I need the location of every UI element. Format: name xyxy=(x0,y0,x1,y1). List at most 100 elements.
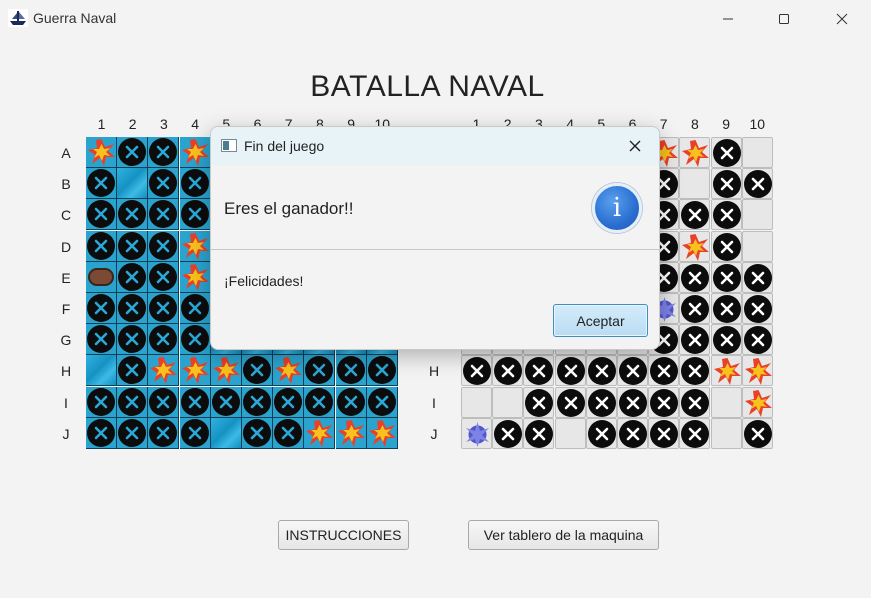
player-cell[interactable] xyxy=(179,293,211,324)
minimize-button[interactable] xyxy=(705,6,751,32)
player-cell[interactable] xyxy=(117,417,149,449)
machine-cell[interactable] xyxy=(710,355,742,387)
machine-cell[interactable] xyxy=(648,417,680,449)
player-cell[interactable] xyxy=(148,386,180,418)
machine-cell[interactable] xyxy=(617,386,648,418)
view-machine-board-button[interactable]: Ver tablero de la maquina xyxy=(468,520,659,550)
machine-cell[interactable] xyxy=(679,386,711,418)
player-cell[interactable] xyxy=(86,230,117,262)
accept-button[interactable]: Aceptar xyxy=(553,304,648,337)
close-button[interactable] xyxy=(819,6,865,32)
player-cell[interactable] xyxy=(210,355,242,387)
player-cell[interactable] xyxy=(179,355,211,387)
player-cell[interactable] xyxy=(86,199,117,231)
player-cell[interactable] xyxy=(366,386,398,418)
player-cell[interactable] xyxy=(148,261,180,293)
machine-cell[interactable] xyxy=(554,355,586,387)
machine-cell[interactable] xyxy=(585,386,617,418)
machine-cell[interactable] xyxy=(710,199,742,231)
machine-cell[interactable] xyxy=(741,417,773,449)
machine-cell[interactable] xyxy=(741,386,773,418)
machine-cell[interactable] xyxy=(710,417,742,449)
player-cell[interactable] xyxy=(148,293,180,324)
machine-cell[interactable] xyxy=(523,355,555,387)
machine-cell[interactable] xyxy=(710,230,742,262)
player-cell[interactable] xyxy=(304,386,336,418)
machine-cell[interactable] xyxy=(741,168,773,200)
player-cell[interactable] xyxy=(148,417,180,449)
machine-cell[interactable] xyxy=(710,168,742,200)
player-cell[interactable] xyxy=(179,137,211,168)
player-cell[interactable] xyxy=(148,199,180,231)
player-cell[interactable] xyxy=(242,417,273,449)
player-cell[interactable] xyxy=(117,324,149,356)
player-cell[interactable] xyxy=(242,355,273,387)
player-cell[interactable] xyxy=(335,355,367,387)
player-cell[interactable] xyxy=(179,168,211,200)
player-cell[interactable] xyxy=(86,293,117,324)
player-cell[interactable] xyxy=(117,261,149,293)
player-cell[interactable] xyxy=(179,199,211,231)
machine-cell[interactable] xyxy=(492,417,524,449)
player-cell[interactable] xyxy=(117,168,149,200)
machine-cell[interactable] xyxy=(679,355,711,387)
player-cell[interactable] xyxy=(273,417,305,449)
player-cell[interactable] xyxy=(179,230,211,262)
machine-cell[interactable] xyxy=(741,230,773,262)
machine-cell[interactable] xyxy=(679,261,711,293)
machine-cell[interactable] xyxy=(585,417,617,449)
machine-cell[interactable] xyxy=(710,324,742,356)
player-cell[interactable] xyxy=(86,324,117,356)
player-cell[interactable] xyxy=(210,386,242,418)
player-cell[interactable] xyxy=(179,261,211,293)
machine-cell[interactable] xyxy=(585,355,617,387)
machine-cell[interactable] xyxy=(679,168,711,200)
player-cell[interactable] xyxy=(273,355,305,387)
machine-cell[interactable] xyxy=(461,417,492,449)
player-cell[interactable] xyxy=(117,199,149,231)
machine-cell[interactable] xyxy=(523,417,555,449)
player-cell[interactable] xyxy=(273,386,305,418)
machine-cell[interactable] xyxy=(648,386,680,418)
player-cell[interactable] xyxy=(148,230,180,262)
player-cell[interactable] xyxy=(86,137,117,168)
player-cell[interactable] xyxy=(179,324,211,356)
machine-cell[interactable] xyxy=(710,293,742,324)
machine-cell[interactable] xyxy=(741,199,773,231)
player-cell[interactable] xyxy=(86,386,117,418)
player-cell[interactable] xyxy=(117,137,149,168)
machine-cell[interactable] xyxy=(617,417,648,449)
player-cell[interactable] xyxy=(117,386,149,418)
player-cell[interactable] xyxy=(148,324,180,356)
machine-cell[interactable] xyxy=(741,137,773,168)
player-cell[interactable] xyxy=(117,230,149,262)
instructions-button[interactable]: INSTRUCCIONES xyxy=(278,520,409,550)
machine-cell[interactable] xyxy=(617,355,648,387)
player-cell[interactable] xyxy=(366,417,398,449)
player-cell[interactable] xyxy=(242,386,273,418)
machine-cell[interactable] xyxy=(461,386,492,418)
player-cell[interactable] xyxy=(86,417,117,449)
machine-cell[interactable] xyxy=(741,293,773,324)
machine-cell[interactable] xyxy=(554,417,586,449)
player-cell[interactable] xyxy=(117,293,149,324)
machine-cell[interactable] xyxy=(492,386,524,418)
machine-cell[interactable] xyxy=(710,137,742,168)
player-cell[interactable] xyxy=(179,417,211,449)
player-cell[interactable] xyxy=(148,168,180,200)
player-cell[interactable] xyxy=(148,355,180,387)
machine-cell[interactable] xyxy=(679,230,711,262)
close-icon[interactable] xyxy=(625,136,645,156)
machine-cell[interactable] xyxy=(523,386,555,418)
player-cell[interactable] xyxy=(366,355,398,387)
player-cell[interactable] xyxy=(304,355,336,387)
machine-cell[interactable] xyxy=(461,355,492,387)
machine-cell[interactable] xyxy=(679,137,711,168)
machine-cell[interactable] xyxy=(741,261,773,293)
machine-cell[interactable] xyxy=(710,261,742,293)
machine-cell[interactable] xyxy=(679,417,711,449)
machine-cell[interactable] xyxy=(710,386,742,418)
player-cell[interactable] xyxy=(86,168,117,200)
player-cell[interactable] xyxy=(335,417,367,449)
machine-cell[interactable] xyxy=(648,355,680,387)
